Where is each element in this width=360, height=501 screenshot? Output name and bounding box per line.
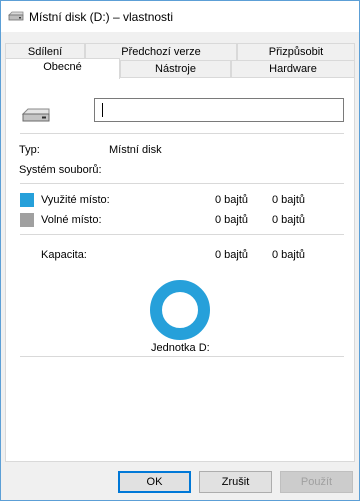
separator-top [20,133,344,134]
drive-letter-label: Jednotka D: [151,342,210,354]
capacity-label: Kapacita: [41,249,87,261]
window-title: Místní disk (D:) – vlastnosti [29,10,174,24]
ok-button[interactable]: OK [118,471,191,493]
hard-drive-icon [21,108,50,122]
free-space-bytes: 0 bajtů [214,214,248,226]
type-value: Místní disk [109,144,162,156]
text-caret [102,103,103,117]
used-space-label: Využité místo: [41,194,110,206]
title-bar[interactable]: Místní disk (D:) – vlastnosti [1,1,359,32]
general-panel: Typ: Místní disk Systém souborů: Využité… [5,77,355,462]
separator-capacity [20,234,344,235]
capacity-human: 0 bajtů [271,249,305,261]
used-space-bytes: 0 bajtů [214,194,248,206]
tab-general[interactable]: Obecné [5,58,120,79]
used-space-swatch [20,193,34,207]
separator-mid [20,183,344,184]
drive-icon [8,11,24,21]
used-space-human: 0 bajtů [271,194,305,206]
apply-button[interactable]: Použít [280,471,353,493]
volume-name-input[interactable] [94,98,344,122]
properties-window: Místní disk (D:) – vlastnosti Sdílení Př… [0,0,360,501]
free-space-swatch [20,213,34,227]
filesystem-label: Systém souborů: [19,164,102,176]
usage-donut-chart [150,280,210,340]
capacity-bytes: 0 bajtů [214,249,248,261]
free-space-human: 0 bajtů [271,214,305,226]
type-label: Typ: [19,144,40,156]
free-space-label: Volné místo: [41,214,102,226]
separator-bottom [20,356,344,357]
cancel-button[interactable]: Zrušit [199,471,272,493]
